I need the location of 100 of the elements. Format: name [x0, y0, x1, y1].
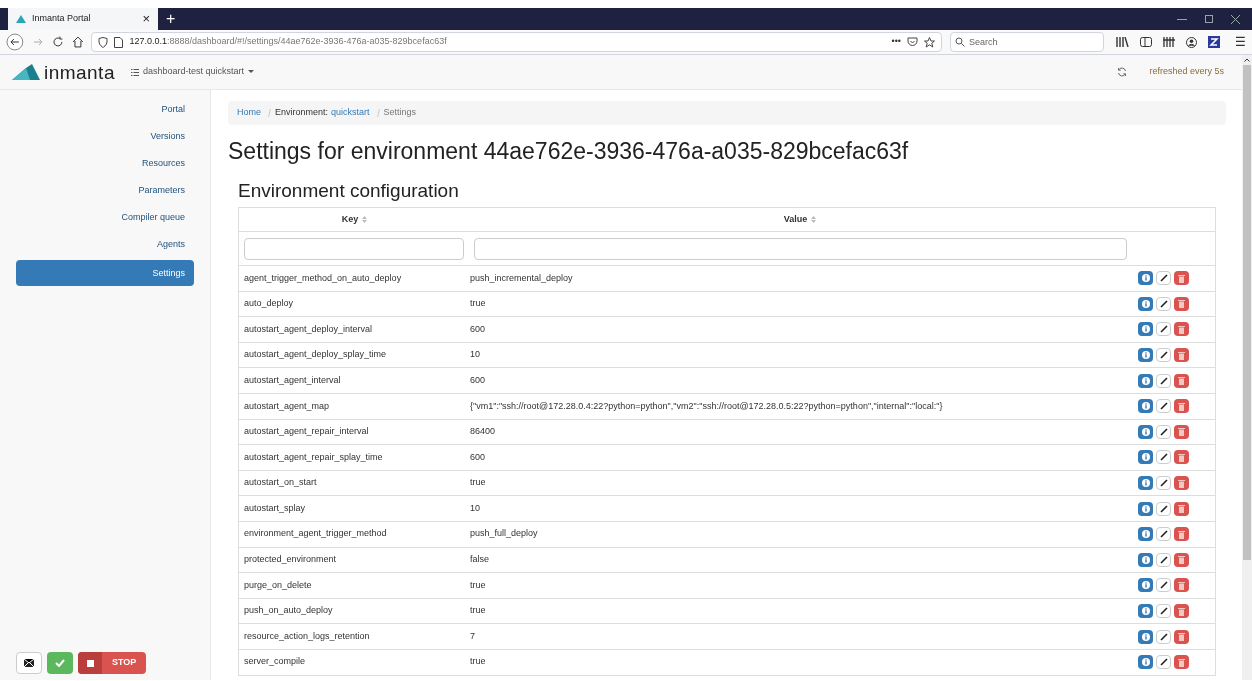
info-icon — [1141, 632, 1150, 641]
edit-button[interactable] — [1156, 527, 1171, 542]
back-icon[interactable] — [6, 33, 24, 51]
menu-button[interactable]: ☰ — [1234, 33, 1246, 51]
column-header[interactable]: Value — [783, 212, 808, 227]
sidebar-item[interactable]: Versions — [16, 125, 194, 148]
setting-value: 600 — [470, 450, 487, 464]
column-header[interactable]: Key — [341, 212, 359, 227]
info-button[interactable] — [1138, 476, 1153, 491]
sidebar-item[interactable]: Settings — [16, 260, 194, 286]
info-icon — [1141, 274, 1150, 283]
edit-button[interactable] — [1156, 604, 1171, 618]
confirm-button[interactable] — [47, 652, 73, 674]
delete-button[interactable] — [1174, 501, 1189, 516]
section-title: Environment configuration — [238, 179, 460, 203]
delete-button[interactable] — [1174, 296, 1189, 311]
environment-dropdown[interactable]: dashboard-test quickstart — [130, 65, 254, 79]
key-filter-field[interactable] — [244, 237, 464, 260]
scroll-up-icon[interactable] — [1244, 58, 1250, 62]
info-button[interactable] — [1138, 655, 1153, 670]
pencil-icon — [1159, 274, 1168, 283]
url-field[interactable]: 127.0.0.1:8888/dashboard/#!/settings/44ae762e-3936-476a-a035-829bcefac63f ••• — [91, 32, 942, 52]
sidebar-item[interactable]: Parameters — [16, 179, 194, 202]
delete-button[interactable] — [1174, 424, 1189, 439]
delete-button[interactable] — [1174, 271, 1189, 286]
home-icon[interactable] — [71, 36, 84, 48]
sidebar-item[interactable]: Resources — [16, 152, 194, 175]
edit-button[interactable] — [1156, 629, 1171, 644]
stop-button[interactable]: STOP — [78, 652, 147, 674]
trash-icon — [1178, 350, 1185, 360]
edit-button[interactable] — [1156, 655, 1171, 670]
info-button[interactable] — [1138, 373, 1153, 388]
delete-button[interactable] — [1174, 373, 1189, 388]
close-tab-button[interactable]: × — [142, 9, 150, 29]
edit-button[interactable] — [1156, 476, 1171, 491]
delete-button[interactable] — [1174, 552, 1189, 567]
delete-button[interactable] — [1174, 655, 1189, 670]
edit-button[interactable] — [1156, 552, 1171, 567]
info-button[interactable] — [1138, 399, 1153, 414]
minimize-icon[interactable] — [1177, 18, 1187, 20]
edit-button[interactable] — [1156, 271, 1171, 286]
delete-button[interactable] — [1174, 322, 1189, 337]
edit-button[interactable] — [1156, 296, 1171, 311]
info-icon — [1141, 479, 1150, 488]
edit-button[interactable] — [1156, 450, 1171, 465]
info-button[interactable] — [1138, 322, 1153, 337]
delete-button[interactable] — [1174, 629, 1189, 644]
info-button[interactable] — [1138, 296, 1153, 311]
sidebar-icon[interactable] — [1139, 37, 1152, 47]
delete-button[interactable] — [1174, 476, 1189, 491]
more-button[interactable]: ••• — [891, 35, 901, 49]
edit-button[interactable] — [1156, 424, 1171, 439]
info-button[interactable] — [1138, 604, 1153, 618]
setting-value: 86400 — [470, 425, 497, 439]
edit-button[interactable] — [1156, 348, 1171, 363]
star-icon[interactable] — [923, 36, 935, 48]
delete-button[interactable] — [1174, 348, 1189, 363]
edit-button[interactable] — [1156, 578, 1171, 593]
edit-button[interactable] — [1156, 501, 1171, 516]
sidebar-item[interactable]: Agents — [16, 233, 194, 256]
toolbar-grid-icon[interactable] — [1162, 37, 1175, 47]
close-window-icon[interactable] — [1231, 14, 1240, 24]
value-filter-field[interactable] — [474, 237, 1127, 260]
sidebar-item[interactable]: Compiler queue — [16, 206, 194, 229]
info-button[interactable] — [1138, 348, 1153, 363]
email-button[interactable] — [16, 652, 42, 674]
delete-button[interactable] — [1174, 450, 1189, 465]
delete-button[interactable] — [1174, 527, 1189, 542]
info-button[interactable] — [1138, 527, 1153, 542]
reload-icon[interactable] — [51, 36, 64, 48]
info-button[interactable] — [1138, 501, 1153, 516]
delete-button[interactable] — [1174, 578, 1189, 593]
info-button[interactable] — [1138, 271, 1153, 286]
browser-tab[interactable]: Inmanta Portal × — [8, 8, 158, 30]
inmanta-logo[interactable]: inmanta — [12, 62, 115, 82]
scrollbar-thumb[interactable] — [1243, 65, 1251, 560]
new-tab-button[interactable]: + — [158, 8, 184, 30]
extension-icon[interactable] — [1207, 36, 1220, 48]
breadcrumb-text: Environment: — [275, 106, 329, 120]
trash-icon — [1178, 606, 1185, 616]
refresh-icon[interactable] — [1117, 67, 1128, 77]
search-field[interactable]: Search — [949, 32, 1104, 52]
info-button[interactable] — [1138, 629, 1153, 644]
setting-key: server_compile — [239, 655, 470, 669]
edit-button[interactable] — [1156, 322, 1171, 337]
restore-icon[interactable] — [1205, 15, 1213, 23]
info-icon — [1141, 427, 1150, 436]
pocket-icon[interactable] — [906, 37, 918, 47]
breadcrumb-link[interactable]: quickstart — [331, 106, 370, 120]
delete-button[interactable] — [1174, 399, 1189, 414]
info-button[interactable] — [1138, 450, 1153, 465]
info-button[interactable] — [1138, 578, 1153, 593]
breadcrumb-link[interactable]: Home — [237, 106, 261, 120]
edit-button[interactable] — [1156, 373, 1171, 388]
info-button[interactable] — [1138, 552, 1153, 567]
info-button[interactable] — [1138, 424, 1153, 439]
account-icon[interactable] — [1185, 36, 1197, 48]
edit-button[interactable] — [1156, 399, 1171, 414]
library-icon[interactable] — [1115, 37, 1129, 47]
sidebar-item[interactable]: Portal — [16, 98, 194, 121]
